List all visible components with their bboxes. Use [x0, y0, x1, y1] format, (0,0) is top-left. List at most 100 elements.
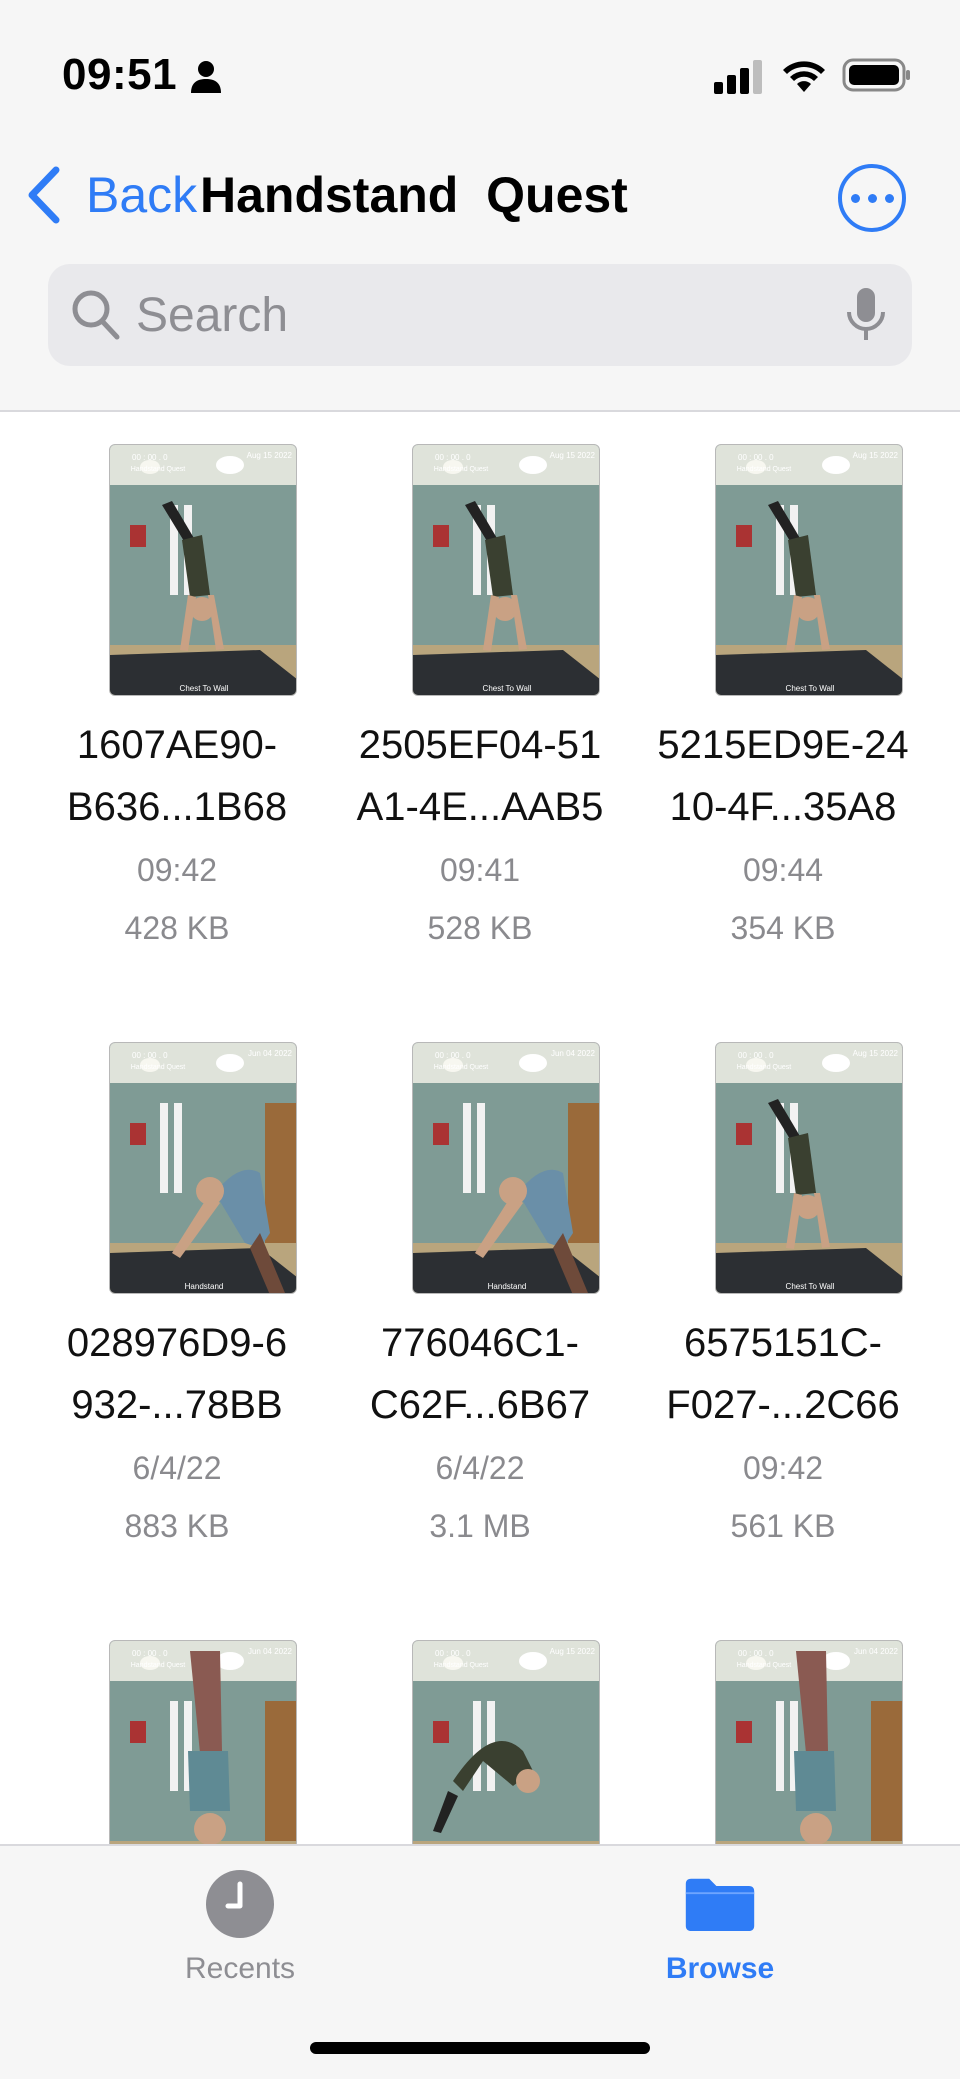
thumbnail-app-name: Handstand Quest: [433, 466, 489, 473]
thumbnail-date: Jun 04 2022: [247, 1049, 292, 1058]
file-name: 776046C1- C62F...6B67: [303, 1312, 657, 1436]
thumbnail-app-name: Handstand Quest: [130, 1064, 186, 1071]
thumbnail-caption: Handstand: [184, 1282, 224, 1291]
thumbnail-timer: 00 : 00 . 0: [132, 1051, 168, 1060]
thumbnail-date: Aug 15 2022: [852, 451, 898, 460]
file-name-line-1: 028976D9-6: [66, 1321, 288, 1365]
file-item[interactable]: 00 : 00 . 0 Handstand Quest Aug 15 2022: [330, 1608, 630, 1844]
clock-icon: [206, 1870, 274, 1938]
home-indicator: [310, 2042, 650, 2054]
file-item[interactable]: 00 : 00 . 0 Handstand Quest Jun 04 2022: [27, 1608, 327, 1844]
status-time: 09:51: [62, 50, 178, 99]
back-button[interactable]: Back: [24, 160, 197, 230]
video-thumbnail: 00 : 00 . 0 Handstand Quest Jun 04 2022: [109, 1640, 297, 1844]
file-name-line-2: 932-...78BB: [71, 1383, 283, 1427]
file-name-line-2: B636...1B68: [66, 785, 288, 829]
thumbnail-date: Aug 15 2022: [246, 451, 292, 460]
thumbnail-date: Aug 15 2022: [549, 451, 595, 460]
file-name: 1607AE90- B636...1B68: [0, 714, 354, 838]
thumbnail-app-name: Handstand Quest: [130, 466, 186, 473]
tab-browse[interactable]: Browse: [600, 1868, 840, 1986]
ellipsis-circle-icon[interactable]: [838, 164, 906, 232]
thumbnail-app-name: Handstand Quest: [433, 1064, 489, 1071]
file-name-line-2: C62F...6B67: [369, 1383, 591, 1427]
file-name-line-2: F027-...2C66: [666, 1383, 900, 1427]
thumbnail-app-name: Handstand Quest: [130, 1662, 186, 1669]
file-item[interactable]: 00 : 00 . 0 Handstand Quest Aug 15 2022 Che…: [330, 412, 630, 972]
file-date: 09:44: [742, 852, 824, 888]
person-icon: [191, 61, 221, 93]
back-label: Back: [86, 167, 198, 223]
file-name-line-2: A1-4E...AAB5: [356, 785, 604, 829]
microphone-icon[interactable]: [844, 286, 888, 344]
video-thumbnail: 00 : 00 . 0 Handstand Quest Jun 04 2022 Han…: [109, 1042, 297, 1294]
file-name-line-1: 6575151C-: [684, 1321, 882, 1365]
tab-browse-label: Browse: [665, 1952, 775, 1985]
file-name-line-1: 5215ED9E-24: [657, 723, 909, 767]
thumbnail-timer: 00 : 00 . 0: [435, 453, 471, 462]
tab-recents-label: Recents: [184, 1952, 296, 1985]
file-date: 6/4/22: [132, 1450, 222, 1486]
page-title: Handstand Quest: [200, 167, 628, 223]
battery-icon: [842, 58, 910, 92]
navigation-bar: Back Handstand Quest: [0, 150, 960, 412]
thumbnail-caption: Chest To Wall: [785, 1282, 835, 1291]
tab-recents[interactable]: Recents: [120, 1868, 360, 1986]
thumbnail-timer: 00 : 00 . 0: [738, 1649, 774, 1658]
thumbnail-timer: 00 : 00 . 0: [435, 1051, 471, 1060]
thumbnail-date: Jun 04 2022: [550, 1049, 595, 1058]
folder-icon: [685, 1878, 755, 1931]
thumbnail-date: Jun 04 2022: [247, 1647, 292, 1656]
thumbnail-date: Aug 15 2022: [549, 1647, 595, 1656]
chevron-left-icon: [28, 166, 60, 224]
file-name: 028976D9-6 932-...78BB: [0, 1312, 354, 1436]
thumbnail-app-name: Handstand Quest: [736, 1064, 792, 1071]
file-item[interactable]: 00 : 00 . 0 Handstand Quest Jun 04 2022 Han…: [330, 1010, 630, 1570]
file-name: 2505EF04-51 A1-4E...AAB5: [303, 714, 657, 838]
file-name-line-1: 2505EF04-51: [358, 723, 602, 767]
thumbnail-timer: 00 : 00 . 0: [132, 1649, 168, 1658]
video-thumbnail: 00 : 00 . 0 Handstand Quest Jun 04 2022: [715, 1640, 903, 1844]
thumbnail-app-name: Handstand Quest: [736, 1662, 792, 1669]
file-size: 561 KB: [730, 1508, 836, 1544]
file-date: 09:41: [439, 852, 521, 888]
cellular-signal-icon: [714, 60, 762, 94]
thumbnail-timer: 00 : 00 . 0: [132, 453, 168, 462]
file-item[interactable]: 00 : 00 . 0 Handstand Quest Aug 15 2022 Che…: [27, 412, 327, 972]
file-item[interactable]: 00 : 00 . 0 Handstand Quest Jun 04 2022: [633, 1608, 933, 1844]
tab-bar: Recents Browse: [0, 1844, 960, 2079]
thumbnail-app-name: Handstand Quest: [736, 466, 792, 473]
file-size: 3.1 MB: [429, 1508, 531, 1544]
file-date: 6/4/22: [435, 1450, 525, 1486]
thumbnail-timer: 00 : 00 . 0: [738, 1051, 774, 1060]
video-thumbnail: 00 : 00 . 0 Handstand Quest Aug 15 2022 Che…: [412, 444, 600, 696]
thumbnail-date: Aug 15 2022: [852, 1049, 898, 1058]
wifi-icon: [783, 61, 825, 92]
search-bar[interactable]: [48, 264, 912, 366]
video-thumbnail: 00 : 00 . 0 Handstand Quest Aug 15 2022 Che…: [715, 1042, 903, 1294]
file-item[interactable]: 00 : 00 . 0 Handstand Quest Aug 15 2022 Che…: [633, 412, 933, 972]
thumbnail-caption: Chest To Wall: [179, 684, 229, 693]
file-size: 428 KB: [124, 910, 230, 946]
status-bar: 09:51: [0, 0, 960, 150]
file-name-line-1: 776046C1-: [381, 1321, 579, 1365]
file-size: 528 KB: [427, 910, 533, 946]
search-input[interactable]: [136, 264, 816, 366]
file-item[interactable]: 00 : 00 . 0 Handstand Quest Jun 04 2022 Han…: [27, 1010, 327, 1570]
video-thumbnail: 00 : 00 . 0 Handstand Quest Aug 15 2022: [412, 1640, 600, 1844]
file-date: 09:42: [742, 1450, 824, 1486]
file-name: 5215ED9E-24 10-4F...35A8: [606, 714, 960, 838]
thumbnail-timer: 00 : 00 . 0: [435, 1649, 471, 1658]
search-icon: [72, 290, 120, 340]
file-size: 354 KB: [730, 910, 836, 946]
thumbnail-caption: Handstand: [487, 1282, 527, 1291]
file-date: 09:42: [136, 852, 218, 888]
video-thumbnail: 00 : 00 . 0 Handstand Quest Jun 04 2022 Han…: [412, 1042, 600, 1294]
thumbnail-caption: Chest To Wall: [482, 684, 532, 693]
thumbnail-timer: 00 : 00 . 0: [738, 453, 774, 462]
video-thumbnail: 00 : 00 . 0 Handstand Quest Aug 15 2022 Che…: [109, 444, 297, 696]
file-grid: 00 : 00 . 0 Handstand Quest Aug 15 2022 Che…: [0, 412, 960, 1844]
video-thumbnail: 00 : 00 . 0 Handstand Quest Aug 15 2022 Che…: [715, 444, 903, 696]
file-size: 883 KB: [124, 1508, 230, 1544]
file-item[interactable]: 00 : 00 . 0 Handstand Quest Aug 15 2022 Che…: [633, 1010, 933, 1570]
